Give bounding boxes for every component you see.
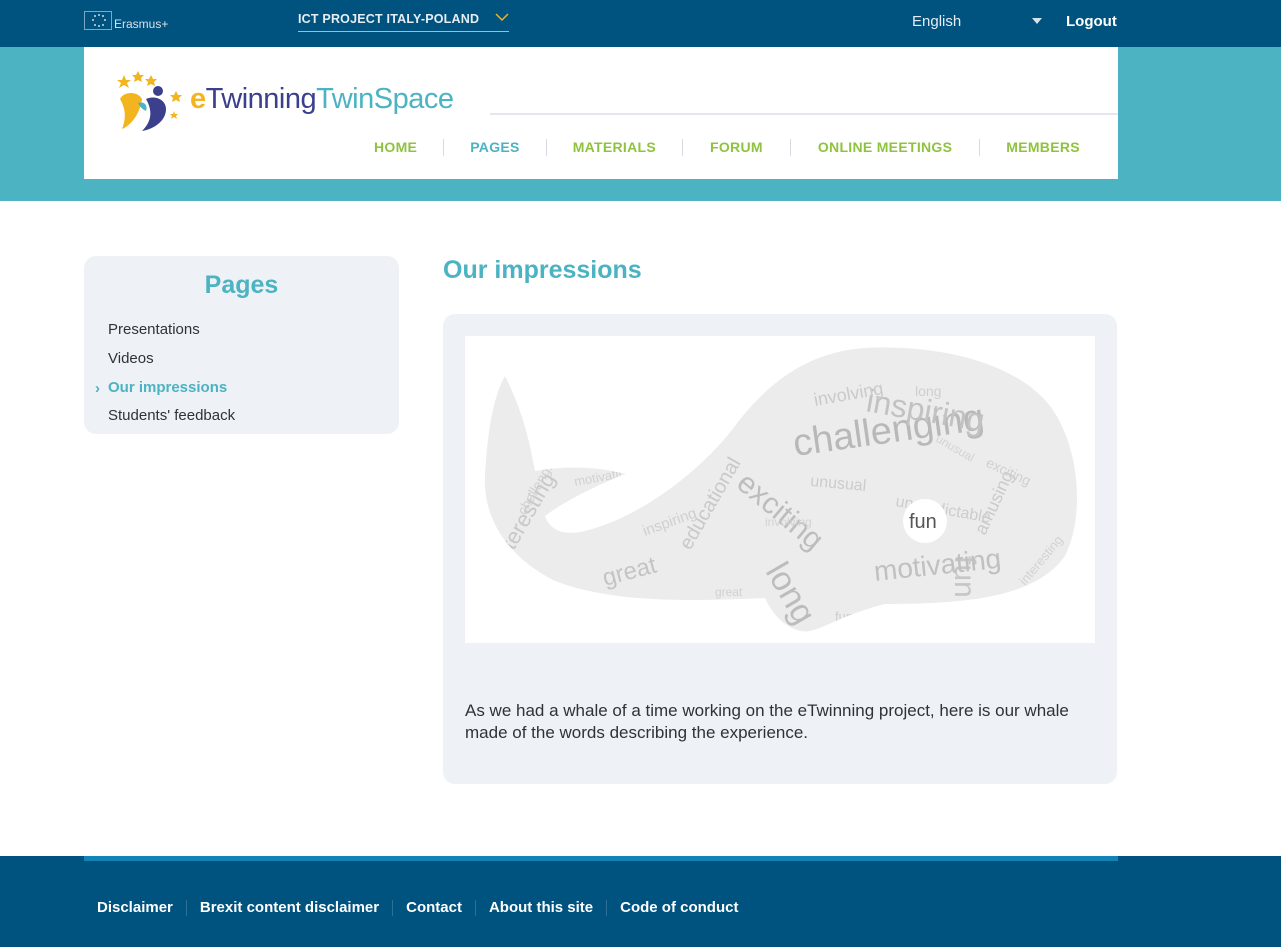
logo-e: e	[190, 83, 206, 115]
chevron-down-icon	[495, 13, 509, 22]
sidebar-item-our-impressions[interactable]: Our impressions	[108, 379, 227, 396]
nav-separator	[682, 138, 684, 156]
nav-pages[interactable]: PAGES	[470, 139, 519, 155]
pages-sidebar: Pages Presentations Videos › Our impress…	[84, 256, 399, 434]
footer-nav: Disclaimer Brexit content disclaimer Con…	[84, 899, 751, 916]
footer: Disclaimer Brexit content disclaimer Con…	[0, 856, 1281, 947]
erasmus-logo: Erasmus+	[84, 11, 168, 31]
cloud-word: educational	[537, 390, 568, 447]
nav-materials[interactable]: MATERIALS	[573, 139, 656, 155]
nav-separator	[789, 138, 791, 156]
header: eTwinningTwinSpace HOME PAGES MATERIALS …	[84, 47, 1118, 179]
language-select[interactable]: English	[912, 13, 961, 30]
chevron-right-icon: ›	[95, 380, 100, 397]
footer-accent-line	[84, 856, 1118, 861]
content-card: challenging inspiring exciting fun motivatin…	[443, 314, 1117, 784]
footer-link-about[interactable]: About this site	[476, 899, 606, 916]
logo-twinspace: TwinSpace	[316, 83, 454, 115]
image-caption: As we had a whale of a time working on t…	[465, 701, 1069, 742]
cloud-word: involving	[765, 515, 812, 529]
sidebar-title: Pages	[204, 271, 279, 299]
nav-separator	[443, 138, 445, 156]
etwinning-logo[interactable]: eTwinningTwinSpace	[110, 69, 460, 135]
footer-link-brexit-disclaimer[interactable]: Brexit content disclaimer	[187, 899, 392, 916]
sidebar-item-students-feedback[interactable]: Students' feedback	[108, 407, 235, 424]
programme-label: Erasmus+	[114, 17, 169, 31]
caret-down-icon[interactable]	[1032, 18, 1042, 24]
nav-members[interactable]: MEMBERS	[1006, 139, 1080, 155]
whale-eye-word: fun	[909, 511, 937, 533]
logo-wordmark: eTwinningTwinSpace	[190, 83, 454, 116]
nav-separator	[979, 138, 981, 156]
project-name: ICT PROJECT ITALY-POLAND	[298, 12, 480, 26]
nav-separator	[545, 138, 547, 156]
eu-flag-icon	[84, 11, 112, 30]
logout-link[interactable]: Logout	[1066, 13, 1117, 30]
logo-twinning: Twinning	[205, 83, 317, 115]
cloud-word: great	[715, 585, 743, 599]
whale-word-cloud-image: challenging inspiring exciting fun motivatin…	[465, 336, 1095, 643]
top-bar: Erasmus+ ICT PROJECT ITALY-POLAND Englis…	[0, 0, 1281, 47]
cloud-word: motivating	[573, 464, 634, 489]
nav-online-meetings[interactable]: ONLINE MEETINGS	[818, 139, 952, 155]
whale-word-cloud-graphic: challenginginspiringexcitingfunmotivatin…	[484, 347, 1078, 632]
header-divider	[490, 113, 1118, 115]
page-title: Our impressions	[443, 256, 642, 284]
footer-link-disclaimer[interactable]: Disclaimer	[84, 899, 186, 916]
cloud-word: long	[915, 383, 941, 399]
etwinning-figures-icon	[117, 71, 182, 131]
sidebar-item-videos[interactable]: Videos	[108, 350, 154, 367]
sidebar-item-presentations[interactable]: Presentations	[108, 321, 200, 338]
main-nav: HOME PAGES MATERIALS FORUM ONLINE MEETIN…	[374, 137, 1080, 157]
nav-forum[interactable]: FORUM	[710, 139, 763, 155]
cloud-word: fun	[835, 609, 853, 624]
project-selector[interactable]: ICT PROJECT ITALY-POLAND	[298, 12, 509, 32]
footer-link-code-of-conduct[interactable]: Code of conduct	[607, 899, 751, 916]
nav-home[interactable]: HOME	[374, 139, 417, 155]
footer-link-contact[interactable]: Contact	[393, 899, 475, 916]
